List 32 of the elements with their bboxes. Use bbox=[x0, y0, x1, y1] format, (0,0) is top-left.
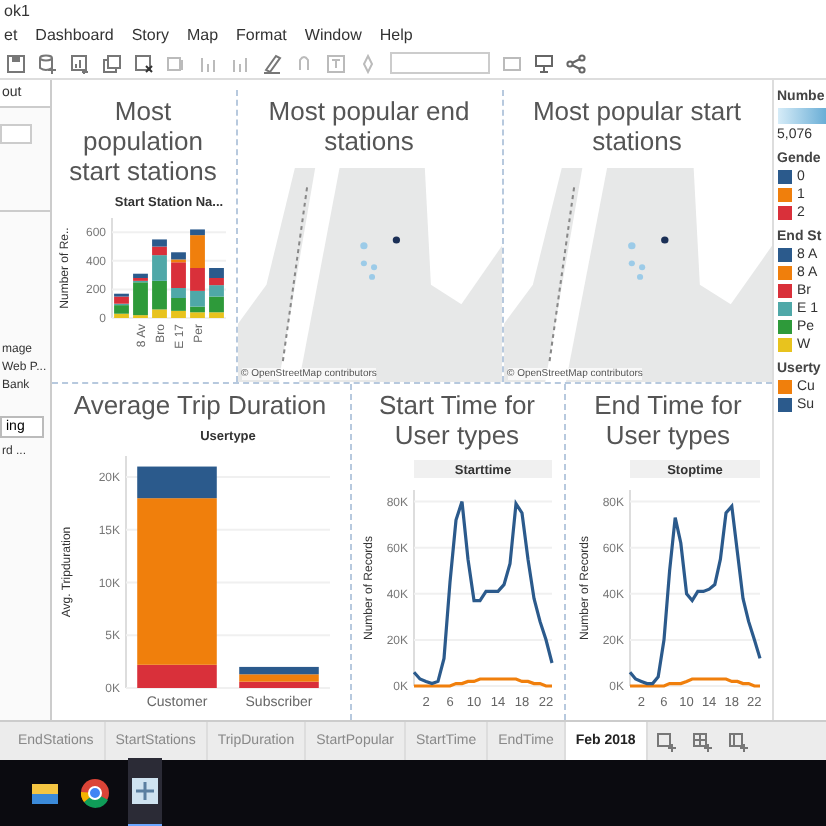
chart-plus-icon[interactable] bbox=[70, 53, 90, 73]
sort-ascending-icon[interactable] bbox=[198, 53, 218, 73]
new-dashboard-icon[interactable] bbox=[691, 731, 712, 751]
panel-title: Most population start stations bbox=[67, 96, 219, 186]
panel-title: Most popular start stations bbox=[530, 96, 744, 156]
presentation-icon[interactable] bbox=[534, 53, 554, 73]
panel-title: End Time for User types bbox=[592, 390, 744, 450]
save-icon[interactable] bbox=[6, 53, 26, 73]
sort-descending-icon[interactable] bbox=[230, 53, 250, 73]
window-title: ok1 bbox=[0, 0, 826, 24]
menu-item[interactable]: Dashboard bbox=[35, 24, 114, 48]
panel-title: Start Time for User types bbox=[376, 390, 538, 450]
dropdown-field[interactable] bbox=[390, 52, 490, 74]
app-icon[interactable] bbox=[128, 758, 162, 826]
panel-title: Average Trip Duration bbox=[73, 390, 327, 420]
text-box-icon[interactable] bbox=[326, 53, 346, 73]
panel-title: Most popular end stations bbox=[266, 96, 472, 156]
pen-icon[interactable] bbox=[262, 53, 282, 73]
menu-item[interactable]: Window bbox=[304, 24, 362, 48]
color-ramp bbox=[777, 108, 825, 124]
share-icon[interactable] bbox=[566, 53, 586, 73]
new-story-icon[interactable] bbox=[727, 731, 748, 751]
input-field[interactable] bbox=[0, 124, 32, 144]
new-sheet-icon[interactable] bbox=[655, 731, 676, 751]
menu-item[interactable]: Map bbox=[186, 24, 219, 48]
menu-item[interactable]: Help bbox=[379, 24, 413, 48]
clear-chart-icon[interactable] bbox=[134, 53, 154, 73]
duplicate-icon[interactable] bbox=[102, 53, 122, 73]
database-plus-icon[interactable] bbox=[38, 53, 58, 73]
menu-item[interactable]: et bbox=[4, 24, 18, 48]
menu-item[interactable]: Format bbox=[236, 24, 287, 48]
menu-item[interactable]: Story bbox=[131, 24, 169, 48]
